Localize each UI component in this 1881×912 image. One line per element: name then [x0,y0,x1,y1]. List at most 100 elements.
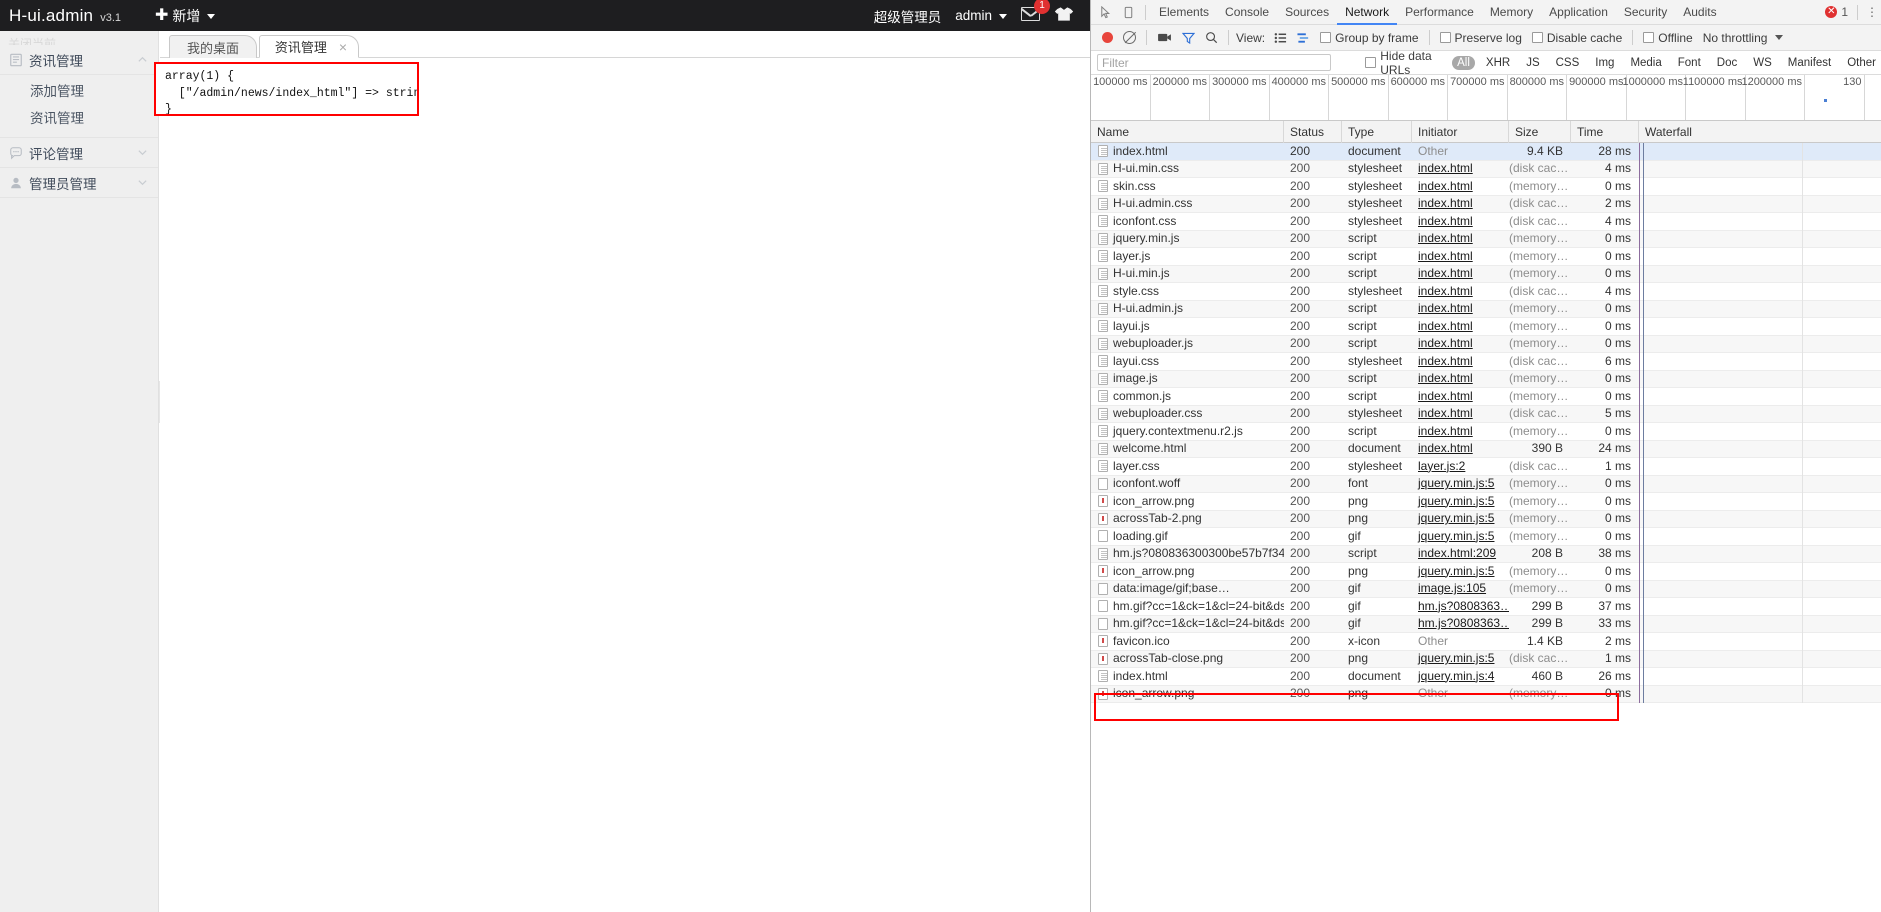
tab-application[interactable]: Application [1541,0,1616,25]
initiator-link[interactable]: image.js:105 [1418,581,1486,595]
initiator-link[interactable]: index.html [1418,284,1473,298]
initiator-link[interactable]: index.html [1418,336,1473,350]
tab-my-desktop[interactable]: 我的桌面 [169,35,257,58]
type-filter-doc[interactable]: Doc [1712,56,1742,70]
initiator-link[interactable]: jquery.min.js:5 [1418,651,1494,665]
offline-checkbox[interactable]: Offline [1643,31,1693,45]
initiator-link[interactable]: jquery.min.js:5 [1418,476,1494,490]
type-filter-ws[interactable]: WS [1748,56,1777,70]
column-header-size[interactable]: Size [1509,120,1571,143]
initiator-link[interactable]: jquery.min.js:5 [1418,511,1494,525]
search-button[interactable] [1205,31,1218,44]
tab-elements[interactable]: Elements [1151,0,1217,25]
tab-audits[interactable]: Audits [1675,0,1724,25]
table-row[interactable]: welcome.html 200 document index.html 390 B 24… [1091,440,1881,458]
table-row[interactable]: data:image/gif;base… 200 gif image.js:105 (m… [1091,580,1881,598]
sidebar-group-comments[interactable]: 评论管理 [0,138,158,168]
sidebar-item-manage-news[interactable]: 资讯管理 [0,105,158,132]
initiator-link[interactable]: jquery.min.js:4 [1418,669,1494,683]
initiator-link[interactable]: jquery.min.js:5 [1418,529,1494,543]
initiator-link[interactable]: index.html [1418,406,1473,420]
initiator-link[interactable]: hm.js?0808363…:23 [1418,616,1509,630]
add-new-button[interactable]: ✚ 新增 [155,6,216,26]
initiator-link[interactable]: hm.js?0808363…:23 [1418,599,1509,613]
table-row[interactable]: loading.gif 200 gif jquery.min.js:5 (memory…… [1091,527,1881,546]
table-row[interactable]: style.css 200 stylesheet index.html (disk ca… [1091,282,1881,301]
clear-button[interactable] [1123,31,1136,44]
tab-performance[interactable]: Performance [1397,0,1482,25]
tab-sources[interactable]: Sources [1277,0,1337,25]
timeline-ruler[interactable]: 100000 ms 200000 ms 300000 ms 400000 ms 5000… [1091,75,1881,121]
device-toolbar-icon[interactable] [1117,1,1140,24]
column-header-name[interactable]: Name [1091,120,1284,143]
user-menu-button[interactable]: admin [955,8,1007,23]
column-header-time[interactable]: Time [1571,120,1639,143]
filter-toggle-button[interactable] [1182,32,1195,44]
table-row[interactable]: layer.css 200 stylesheet layer.js:2 (disk ca… [1091,457,1881,476]
table-row[interactable]: icon_arrow.png 200 png Other (memory… 0 ms [1091,685,1881,703]
table-row[interactable]: jquery.contextmenu.r2.js 200 script index.h… [1091,422,1881,441]
table-row[interactable]: H-ui.min.css 200 stylesheet index.html (disk… [1091,160,1881,178]
initiator-link[interactable]: index.html [1418,231,1473,245]
table-row[interactable]: hm.gif?cc=1&ck=1&cl=24-bit&ds=… 200 gif hm.… [1091,597,1881,616]
tab-news-management[interactable]: 资讯管理 × [259,35,359,58]
type-filter-font[interactable]: Font [1673,56,1706,70]
close-icon[interactable]: × [339,40,347,54]
initiator-link[interactable]: layer.js:2 [1418,459,1465,473]
table-row[interactable]: jquery.min.js 200 script index.html (memory…… [1091,230,1881,248]
table-row[interactable]: layer.js 200 script index.html (memory… 0 ms [1091,247,1881,266]
table-row[interactable]: skin.css 200 stylesheet index.html (memory… 0… [1091,177,1881,196]
initiator-link[interactable]: index.html:209 [1418,546,1496,560]
initiator-link[interactable]: index.html [1418,424,1473,438]
table-row[interactable]: hm.gif?cc=1&ck=1&cl=24-bit&ds=… 200 gif hm.… [1091,615,1881,633]
sidebar-item-add-news[interactable]: 添加管理 [0,78,158,105]
column-header-waterfall[interactable]: Waterfall [1639,121,1881,143]
initiator-link[interactable]: jquery.min.js:5 [1418,494,1494,508]
initiator-link[interactable]: index.html [1418,249,1473,263]
skin-shirt-icon[interactable] [1054,6,1074,25]
sidebar-group-admins[interactable]: 管理员管理 [0,168,158,198]
type-filter-xhr[interactable]: XHR [1481,56,1515,70]
filter-input[interactable] [1097,54,1332,71]
table-row[interactable]: image.js 200 script index.html (memory… 0 ms [1091,370,1881,388]
initiator-link[interactable]: index.html [1418,179,1473,193]
initiator-link[interactable]: index.html [1418,389,1473,403]
table-row[interactable]: acrossTab-close.png 200 png jquery.min.js:5… [1091,650,1881,668]
table-row[interactable]: webuploader.js 200 script index.html (memory… [1091,335,1881,353]
table-row[interactable]: acrossTab-2.png 200 png jquery.min.js:5 (mem… [1091,510,1881,528]
type-filter-css[interactable]: CSS [1551,56,1585,70]
waterfall-view-button[interactable] [1297,32,1310,44]
sidebar-group-news[interactable]: 资讯管理 [0,45,158,75]
messages-button[interactable]: 1 [1021,0,1050,24]
initiator-link[interactable]: index.html [1418,301,1473,315]
table-row[interactable]: H-ui.min.js 200 script index.html (memory… 0 … [1091,265,1881,283]
tab-console[interactable]: Console [1217,0,1277,25]
table-row[interactable]: icon_arrow.png 200 png jquery.min.js:5 (memo… [1091,492,1881,511]
hide-data-urls-checkbox[interactable]: Hide data URLs [1365,49,1445,77]
inspect-cursor-icon[interactable] [1094,1,1117,24]
type-filter-img[interactable]: Img [1590,56,1619,70]
table-row[interactable]: common.js 200 script index.html (memory… 0 ms [1091,387,1881,406]
table-row[interactable]: favicon.ico 200 x-icon Other 1.4 KB 2 ms [1091,632,1881,651]
initiator-link[interactable]: index.html [1418,319,1473,333]
initiator-link[interactable]: index.html [1418,161,1473,175]
table-row[interactable]: index.html 200 document jquery.min.js:4 460 … [1091,667,1881,686]
type-filter-other[interactable]: Other [1842,56,1881,70]
table-row[interactable]: iconfont.woff 200 font jquery.min.js:5 (memo… [1091,475,1881,493]
column-header-status[interactable]: Status [1284,120,1342,143]
tab-memory[interactable]: Memory [1482,0,1541,25]
tab-security[interactable]: Security [1616,0,1675,25]
column-header-type[interactable]: Type [1342,120,1412,143]
table-row[interactable]: H-ui.admin.js 200 script index.html (memory…… [1091,300,1881,318]
group-by-frame-checkbox[interactable]: Group by frame [1320,31,1419,45]
table-row[interactable]: H-ui.admin.css 200 stylesheet index.html (di… [1091,195,1881,213]
table-row[interactable]: webuploader.css 200 stylesheet index.html (d… [1091,405,1881,423]
initiator-link[interactable]: index.html [1418,214,1473,228]
list-view-button[interactable] [1274,32,1287,44]
table-row[interactable]: layui.js 200 script index.html (memory… 0 ms [1091,317,1881,336]
initiator-link[interactable]: index.html [1418,266,1473,280]
table-row[interactable]: hm.js?080836300300be57b7f34f4b3… 200 scrip… [1091,545,1881,563]
more-options-icon[interactable]: ⋮ [1863,5,1881,19]
tab-network[interactable]: Network [1337,0,1398,25]
table-row[interactable]: index.html 200 document Other 9.4 KB 28 ms [1091,142,1881,161]
